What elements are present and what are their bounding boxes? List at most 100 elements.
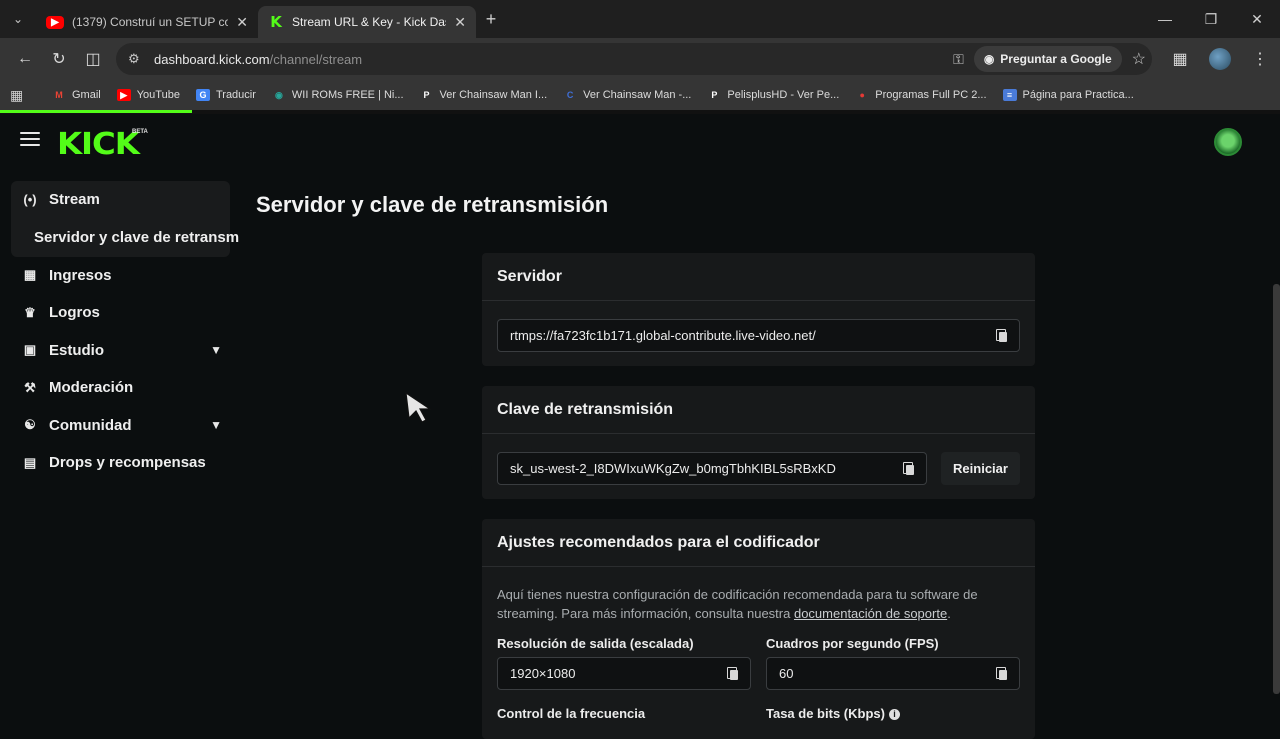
- stream-key-value: sk_us-west-2_I8DWIxuWKgZw_b0mgTbhKIBL5sR…: [510, 461, 836, 476]
- bookmark-gmail[interactable]: M Gmail: [52, 89, 101, 101]
- wrench-icon: ⚒: [24, 379, 36, 395]
- bookmark-wii-roms[interactable]: ◉ WII ROMs FREE | Ni...: [272, 89, 404, 101]
- server-url-field[interactable]: rtmps://fa723fc1b171.global-contribute.l…: [497, 319, 1020, 352]
- copy-icon[interactable]: [727, 667, 738, 680]
- sidebar-item-logros[interactable]: ♛ Logros: [11, 294, 230, 332]
- bookmark-pelisplus[interactable]: P PelisplusHD - Ver Pe...: [707, 89, 839, 101]
- mouse-cursor-icon: [405, 391, 432, 423]
- browser-tab-kick[interactable]: K Stream URL & Key - Kick Dashb ✕: [258, 6, 476, 38]
- close-tab-icon[interactable]: ✕: [454, 14, 466, 31]
- copy-icon[interactable]: [903, 462, 914, 475]
- sidebar-item-ingresos[interactable]: ▦ Ingresos: [11, 257, 230, 295]
- kick-logo[interactable]: KICK: [57, 127, 140, 162]
- encoder-settings-card: Ajustes recomendados para el codificador…: [482, 519, 1035, 739]
- encoder-description-end: .: [947, 606, 951, 621]
- sidebar-item-moderacion[interactable]: ⚒ Moderación: [11, 369, 230, 407]
- sidebar-item-drops[interactable]: ▤ Drops y recompensas: [11, 444, 230, 482]
- gmail-icon: M: [55, 90, 63, 100]
- globe-icon: ◉: [274, 89, 283, 100]
- bookmark-youtube[interactable]: ▶ YouTube: [116, 89, 180, 101]
- url-path: /channel/stream: [269, 51, 363, 67]
- bookmark-label: Ver Chainsaw Man I...: [439, 89, 548, 101]
- profile-avatar: [1209, 48, 1231, 70]
- sidebar-item-label: Estudio: [49, 341, 104, 359]
- browser-toolbar: ← ↻ ◫ ⚙ dashboard.kick.com/channel/strea…: [0, 38, 1280, 80]
- close-window-icon[interactable]: ✕: [1234, 0, 1280, 38]
- bookmark-label: Gmail: [72, 89, 101, 101]
- hamburger-menu-icon[interactable]: [20, 132, 40, 150]
- tab-title: Stream URL & Key - Kick Dashb: [292, 15, 446, 29]
- page-icon: ≡: [1002, 89, 1017, 101]
- new-tab-icon[interactable]: +: [476, 0, 506, 38]
- ask-google-button[interactable]: ◉ Preguntar a Google: [973, 46, 1122, 72]
- bitrate-label: Tasa de bits (Kbps) i: [766, 706, 900, 721]
- server-heading: Servidor: [482, 253, 1035, 301]
- sidebar-item-label: Drops y recompensas: [49, 454, 206, 472]
- chevron-down-icon[interactable]: ▼: [210, 418, 222, 432]
- youtube-icon: ▶: [116, 89, 131, 101]
- info-icon[interactable]: i: [888, 709, 900, 720]
- bookmark-label: WII ROMs FREE | Ni...: [291, 89, 404, 101]
- sidebar-item-label: Logros: [49, 304, 100, 322]
- sidebar-item-stream[interactable]: (•) Stream: [11, 181, 230, 219]
- page-load-progress: [0, 110, 192, 113]
- tab-title: (1379) Construí un SETUP con p: [72, 15, 229, 29]
- translate-icon: G: [195, 89, 210, 101]
- chevron-down-icon[interactable]: ▼: [210, 343, 222, 357]
- app-icon: ●: [859, 90, 865, 100]
- bookmark-star-icon[interactable]: ☆: [1132, 49, 1146, 69]
- profile-button[interactable]: [1200, 42, 1240, 76]
- sidebar-item-comunidad[interactable]: ☯ Comunidad ▼: [11, 407, 230, 445]
- tab-search-chevron-icon[interactable]: ⌄: [0, 0, 36, 38]
- maximize-icon[interactable]: ❐: [1188, 0, 1234, 38]
- bookmark-chainsaw-1[interactable]: P Ver Chainsaw Man I...: [420, 89, 548, 101]
- window-controls: — ❐ ✕: [1142, 0, 1280, 38]
- bookmark-practica[interactable]: ≡ Página para Practica...: [1002, 89, 1134, 101]
- bookmarks-bar: ▦ M Gmail ▶ YouTube G Traducir ◉ WII ROMs FR…: [0, 80, 1280, 110]
- extensions-icon[interactable]: ▦: [1160, 42, 1200, 76]
- sidebar-item-label: Stream: [49, 191, 100, 209]
- beta-badge: BETA: [132, 129, 148, 135]
- apps-grid-icon[interactable]: ▦: [10, 87, 36, 104]
- fps-value: 60: [779, 666, 794, 681]
- fps-label: Cuadros por segundo (FPS): [766, 636, 939, 651]
- bookmark-chainsaw-2[interactable]: C Ver Chainsaw Man -...: [563, 89, 691, 101]
- more-menu-icon[interactable]: ⋮: [1240, 42, 1280, 76]
- stream-key-card: Clave de retransmisión sk_us-west-2_I8DW…: [482, 386, 1035, 499]
- minimize-icon[interactable]: —: [1142, 0, 1188, 38]
- resolution-field[interactable]: 1920×1080: [497, 657, 751, 690]
- sidebar-subitem-stream-key[interactable]: Servidor y clave de retransm: [11, 219, 239, 257]
- back-icon[interactable]: ←: [8, 42, 42, 76]
- url-host: dashboard.kick.com: [154, 51, 270, 67]
- address-bar[interactable]: ⚙ dashboard.kick.com/channel/stream ⚿ ◉ P…: [116, 43, 1152, 75]
- stream-key-field[interactable]: sk_us-west-2_I8DWIxuWKgZw_b0mgTbhKIBL5sR…: [497, 452, 927, 485]
- split-view-icon[interactable]: ◫: [76, 42, 110, 76]
- copy-icon[interactable]: [996, 667, 1007, 680]
- crescent-icon: C: [566, 90, 574, 100]
- server-url-value: rtmps://fa723fc1b171.global-contribute.l…: [510, 328, 816, 343]
- copy-icon[interactable]: [996, 329, 1007, 342]
- page-title: Servidor y clave de retransmisión: [256, 192, 609, 217]
- browser-tab-youtube[interactable]: ▶ (1379) Construí un SETUP con p ✕: [36, 6, 258, 38]
- encoder-heading: Ajustes recomendados para el codificador: [482, 519, 1035, 567]
- sidebar-item-label: Ingresos: [49, 266, 112, 284]
- bookmark-label: Traducir: [215, 89, 256, 101]
- resolution-value: 1920×1080: [510, 666, 576, 681]
- reset-key-button[interactable]: Reiniciar: [941, 452, 1020, 485]
- support-docs-link[interactable]: documentación de soporte: [794, 606, 947, 621]
- page-scrollbar[interactable]: [1273, 284, 1280, 694]
- site-settings-icon[interactable]: ⚙: [128, 51, 144, 67]
- close-tab-icon[interactable]: ✕: [236, 14, 248, 31]
- reload-icon[interactable]: ↻: [42, 42, 76, 76]
- broadcast-icon: (•): [23, 192, 37, 208]
- chart-icon: ▦: [23, 267, 37, 283]
- fps-field[interactable]: 60: [766, 657, 1020, 690]
- youtube-icon: ▶: [46, 15, 64, 29]
- password-key-icon[interactable]: ⚿: [953, 51, 964, 68]
- stream-key-heading: Clave de retransmisión: [482, 386, 1035, 434]
- resolution-label: Resolución de salida (escalada): [497, 636, 694, 651]
- bookmark-programas[interactable]: ● Programas Full PC 2...: [855, 89, 987, 101]
- sidebar-item-estudio[interactable]: ▣ Estudio ▼: [11, 332, 230, 370]
- bookmark-translate[interactable]: G Traducir: [195, 89, 256, 101]
- user-avatar[interactable]: [1214, 128, 1242, 156]
